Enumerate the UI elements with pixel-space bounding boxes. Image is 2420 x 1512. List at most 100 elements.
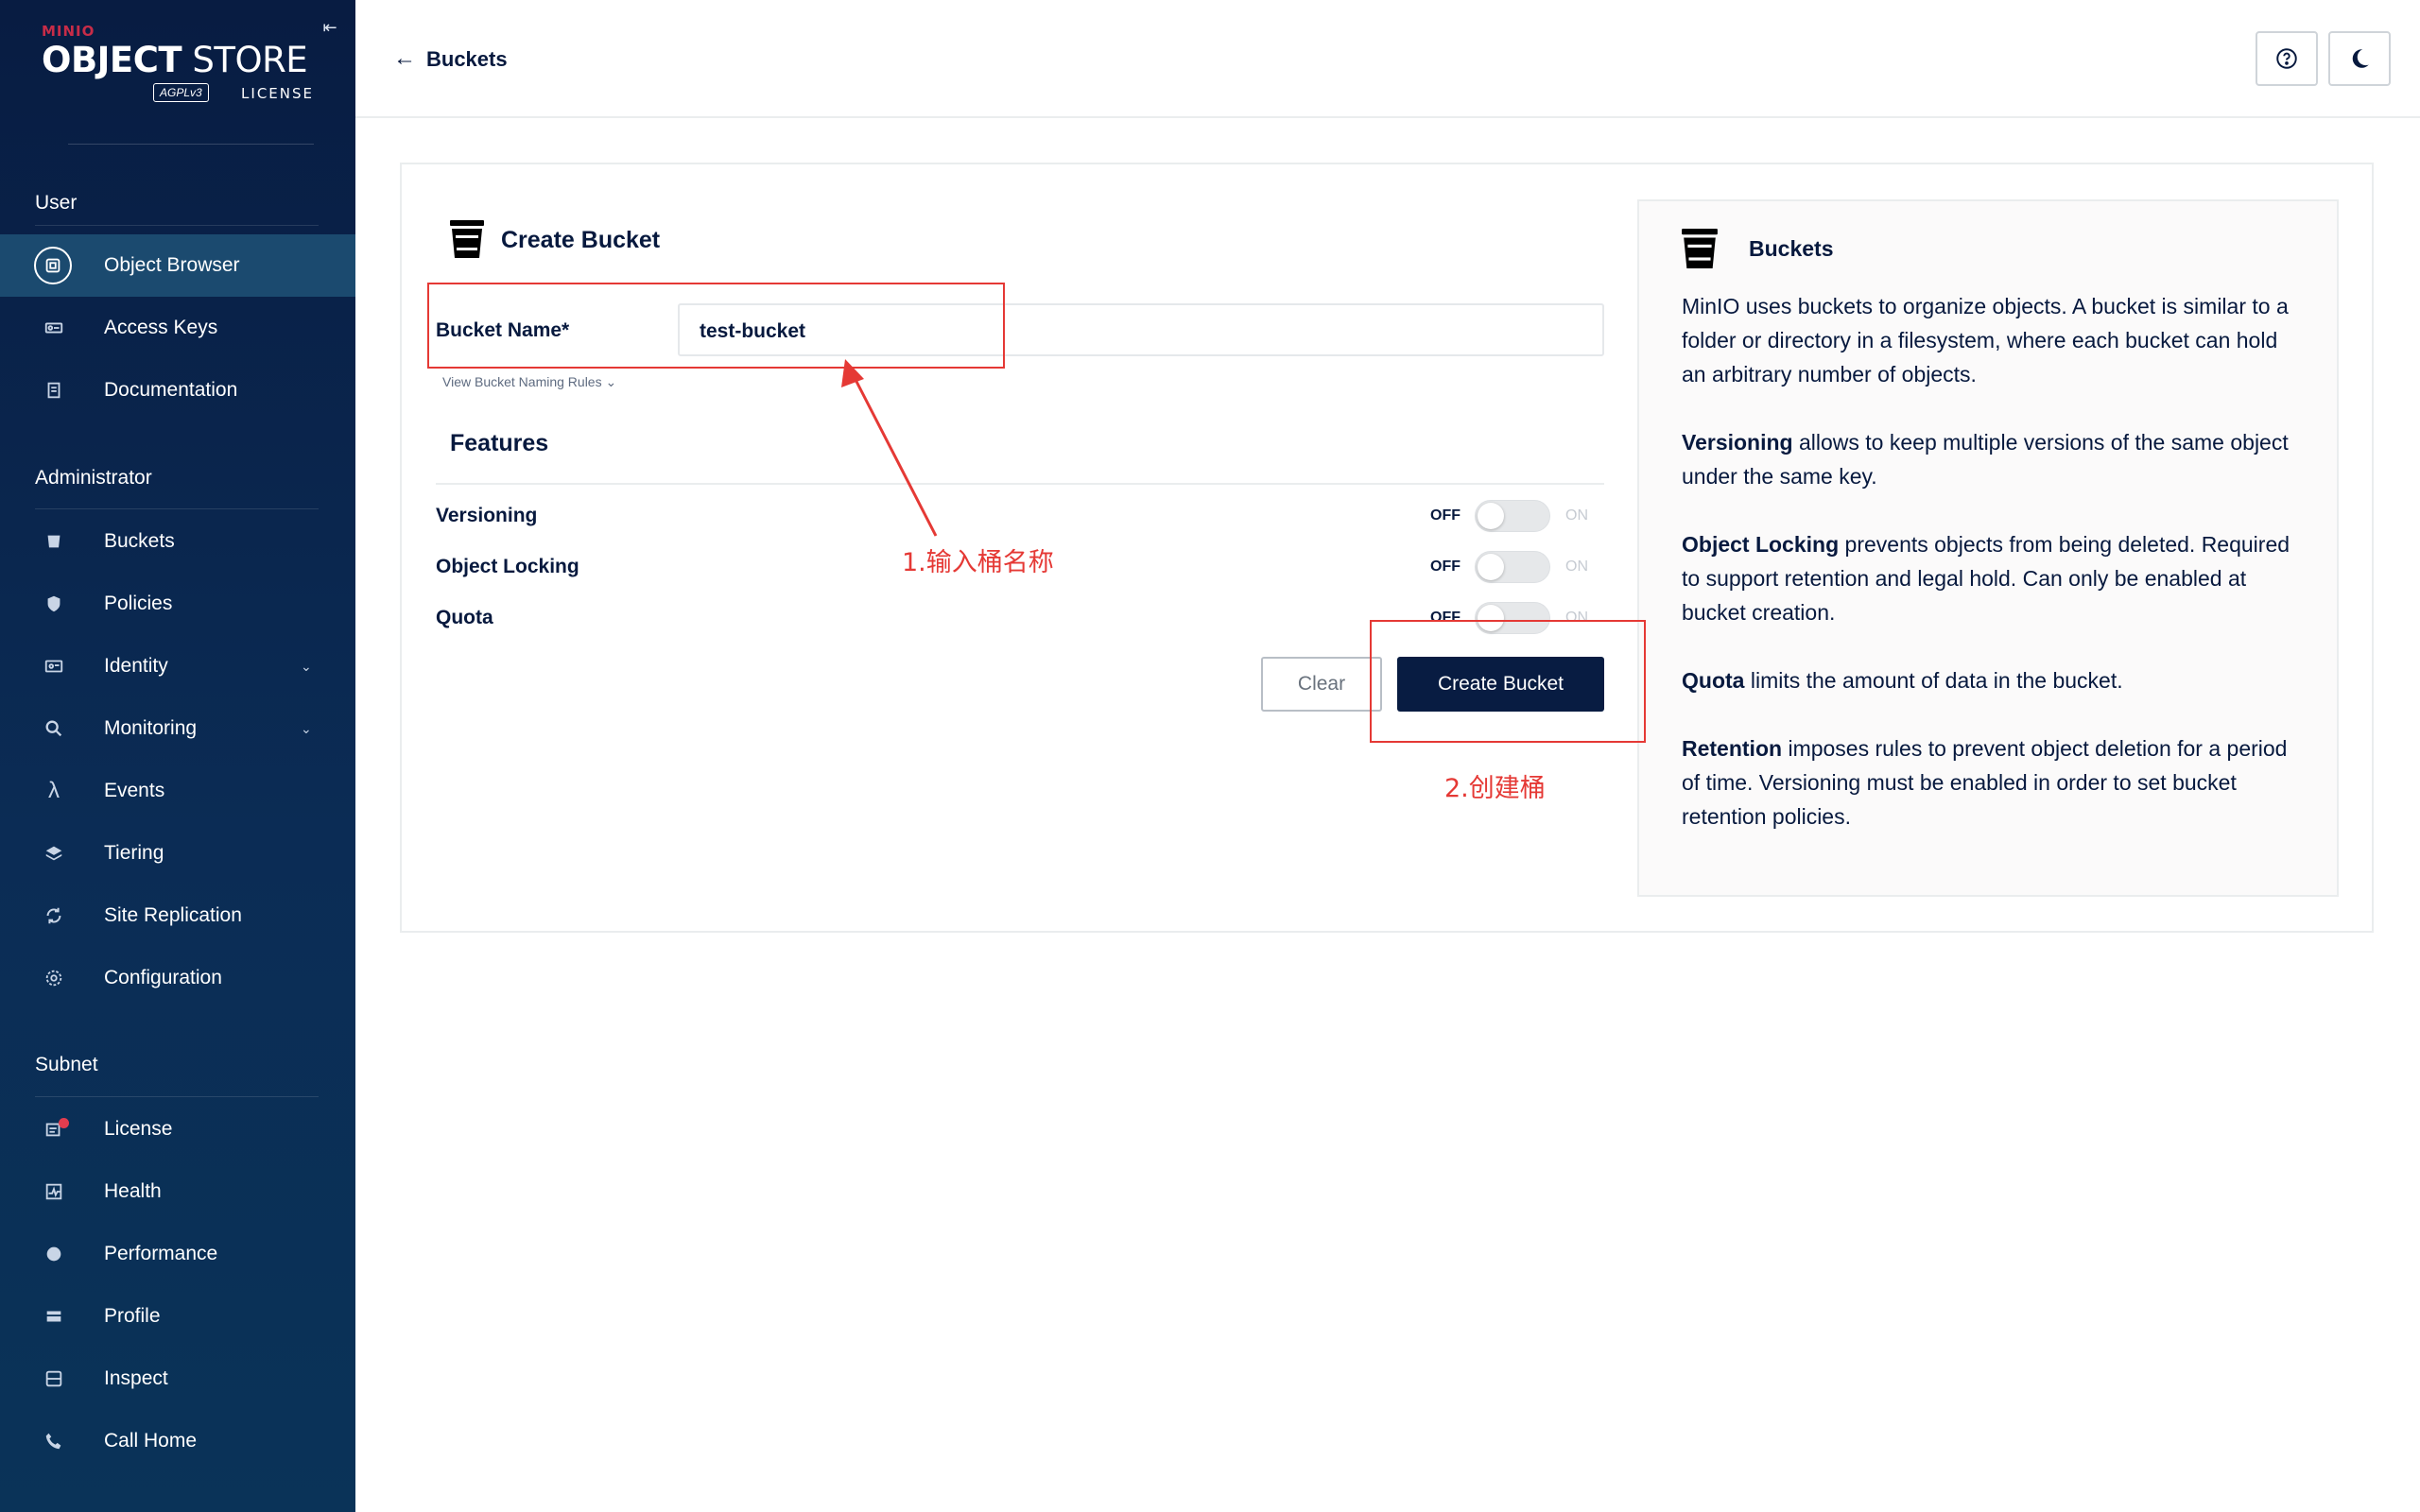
logo-minio-text: MINIO bbox=[42, 23, 95, 40]
sidebar-item-call-home[interactable]: Call Home bbox=[0, 1410, 355, 1472]
bucket-icon bbox=[1682, 229, 1718, 268]
inspect-icon bbox=[42, 1366, 66, 1391]
notification-badge bbox=[59, 1118, 69, 1128]
chevron-down-icon[interactable]: ⌄ bbox=[301, 721, 312, 737]
section-title-user: User bbox=[35, 192, 78, 214]
object-browser-icon bbox=[34, 247, 72, 284]
help-retention: Retention imposes rules to prevent objec… bbox=[1682, 736, 2288, 829]
section-divider bbox=[35, 225, 319, 226]
section-title-subnet: Subnet bbox=[35, 1054, 98, 1075]
sidebar-item-label: Identity bbox=[104, 655, 168, 677]
sidebar-item-label: Call Home bbox=[104, 1430, 198, 1452]
sidebar-item-label: Access Keys bbox=[104, 317, 218, 338]
profile-icon bbox=[42, 1304, 66, 1329]
health-icon bbox=[42, 1179, 66, 1204]
sidebar-item-label: Configuration bbox=[104, 967, 222, 988]
sidebar-item-label: Documentation bbox=[104, 379, 238, 401]
theme-toggle-button[interactable] bbox=[2328, 31, 2391, 86]
logo-license-text: LICENSE bbox=[241, 85, 314, 102]
sidebar-item-label: Profile bbox=[104, 1305, 161, 1327]
clear-button[interactable]: Clear bbox=[1261, 657, 1382, 712]
sidebar-item-health[interactable]: Health bbox=[0, 1160, 355, 1223]
help-object-locking: Object Locking prevents objects from bei… bbox=[1682, 532, 2290, 625]
form-title: Create Bucket bbox=[501, 227, 661, 253]
versioning-on-label: ON bbox=[1565, 507, 1588, 524]
sidebar-item-label: Health bbox=[104, 1180, 162, 1202]
sidebar-item-license[interactable]: License bbox=[0, 1098, 355, 1160]
sidebar-item-configuration[interactable]: Configuration bbox=[0, 947, 355, 1009]
object-locking-on-label: ON bbox=[1565, 558, 1588, 575]
call-home-icon bbox=[42, 1429, 66, 1453]
sidebar-item-inspect[interactable]: Inspect bbox=[0, 1348, 355, 1410]
gear-icon bbox=[42, 966, 66, 990]
features-divider bbox=[436, 483, 1604, 485]
versioning-off-label: OFF bbox=[1430, 507, 1461, 524]
quota-label: Quota bbox=[436, 607, 493, 628]
collapse-sidebar-icon[interactable]: ⇤ bbox=[320, 17, 340, 38]
annotation-box-bucket-name bbox=[427, 283, 1005, 369]
section-title-administrator: Administrator bbox=[35, 467, 152, 489]
sidebar-item-label: Monitoring bbox=[104, 717, 198, 739]
chevron-down-icon: ⌄ bbox=[605, 374, 617, 389]
chevron-down-icon[interactable]: ⌄ bbox=[301, 659, 312, 675]
sidebar-item-label: Performance bbox=[104, 1243, 218, 1264]
sidebar-item-label: Tiering bbox=[104, 842, 164, 864]
sidebar-item-site-replication[interactable]: Site Replication bbox=[0, 885, 355, 947]
object-locking-off-label: OFF bbox=[1430, 558, 1461, 575]
sidebar-item-label: License bbox=[104, 1118, 173, 1140]
back-arrow-icon[interactable]: ← bbox=[393, 45, 416, 72]
features-title: Features bbox=[450, 430, 549, 456]
help-title: Buckets bbox=[1749, 236, 1834, 261]
identity-icon bbox=[42, 654, 66, 679]
logo-agpl-badge: AGPLv3 bbox=[153, 83, 209, 102]
performance-icon bbox=[42, 1242, 66, 1266]
sidebar-item-label: Object Browser bbox=[104, 254, 240, 276]
help-icon bbox=[2276, 48, 2297, 69]
sidebar-item-profile[interactable]: Profile bbox=[0, 1285, 355, 1348]
versioning-label: Versioning bbox=[436, 505, 538, 526]
sidebar-item-label: Inspect bbox=[104, 1367, 168, 1389]
buckets-icon bbox=[42, 529, 66, 554]
sidebar-item-documentation[interactable]: Documentation bbox=[0, 359, 355, 421]
sidebar-item-monitoring[interactable]: Monitoring ⌄ bbox=[0, 697, 355, 760]
sidebar-item-access-keys[interactable]: Access Keys bbox=[0, 297, 355, 359]
sidebar-item-label: Policies bbox=[104, 593, 173, 614]
sidebar-item-label: Site Replication bbox=[104, 904, 242, 926]
monitoring-icon bbox=[42, 716, 66, 741]
sidebar-item-tiering[interactable]: Tiering bbox=[0, 822, 355, 885]
sidebar-item-buckets[interactable]: Buckets bbox=[0, 510, 355, 573]
object-locking-label: Object Locking bbox=[436, 556, 579, 577]
help-button[interactable] bbox=[2256, 31, 2318, 86]
dark-mode-icon bbox=[2352, 49, 2369, 68]
annotation-box-create bbox=[1370, 620, 1646, 743]
versioning-switch[interactable] bbox=[1475, 500, 1550, 532]
sidebar: MINIO OBJECT STORE AGPLv3 LICENSE ⇤ User… bbox=[0, 0, 355, 1512]
sidebar-item-object-browser[interactable]: Object Browser bbox=[0, 234, 355, 297]
bucket-icon bbox=[450, 220, 484, 258]
help-quota: Quota limits the amount of data in the b… bbox=[1682, 668, 2123, 693]
sidebar-item-identity[interactable]: Identity ⌄ bbox=[0, 635, 355, 697]
sidebar-item-performance[interactable]: Performance bbox=[0, 1223, 355, 1285]
sidebar-item-label: Buckets bbox=[104, 530, 175, 552]
policies-icon bbox=[42, 592, 66, 616]
tiering-icon bbox=[42, 841, 66, 866]
minio-logo[interactable]: MINIO OBJECT STORE AGPLv3 LICENSE bbox=[42, 23, 325, 117]
annotation-step1: 1.输入桶名称 bbox=[902, 548, 1054, 577]
naming-rules-link[interactable]: View Bucket Naming Rules ⌄ bbox=[442, 374, 616, 390]
site-replication-icon bbox=[42, 903, 66, 928]
annotation-step2: 2.创建桶 bbox=[1444, 774, 1546, 803]
access-keys-icon bbox=[42, 316, 66, 340]
logo-object-store-text: OBJECT STORE bbox=[42, 40, 308, 80]
sidebar-item-policies[interactable]: Policies bbox=[0, 573, 355, 635]
section-divider bbox=[35, 1096, 319, 1097]
sidebar-item-events[interactable]: λ Events bbox=[0, 760, 355, 822]
lambda-icon: λ bbox=[48, 778, 60, 803]
help-versioning: Versioning allows to keep multiple versi… bbox=[1682, 430, 2289, 489]
object-locking-switch[interactable] bbox=[1475, 551, 1550, 583]
help-intro: MinIO uses buckets to organize objects. … bbox=[1682, 294, 2289, 387]
sidebar-item-label: Events bbox=[104, 780, 165, 801]
logo-divider bbox=[68, 144, 314, 145]
switch-knob bbox=[1478, 503, 1504, 529]
switch-knob bbox=[1478, 554, 1504, 580]
breadcrumb-buckets[interactable]: Buckets bbox=[426, 47, 508, 72]
